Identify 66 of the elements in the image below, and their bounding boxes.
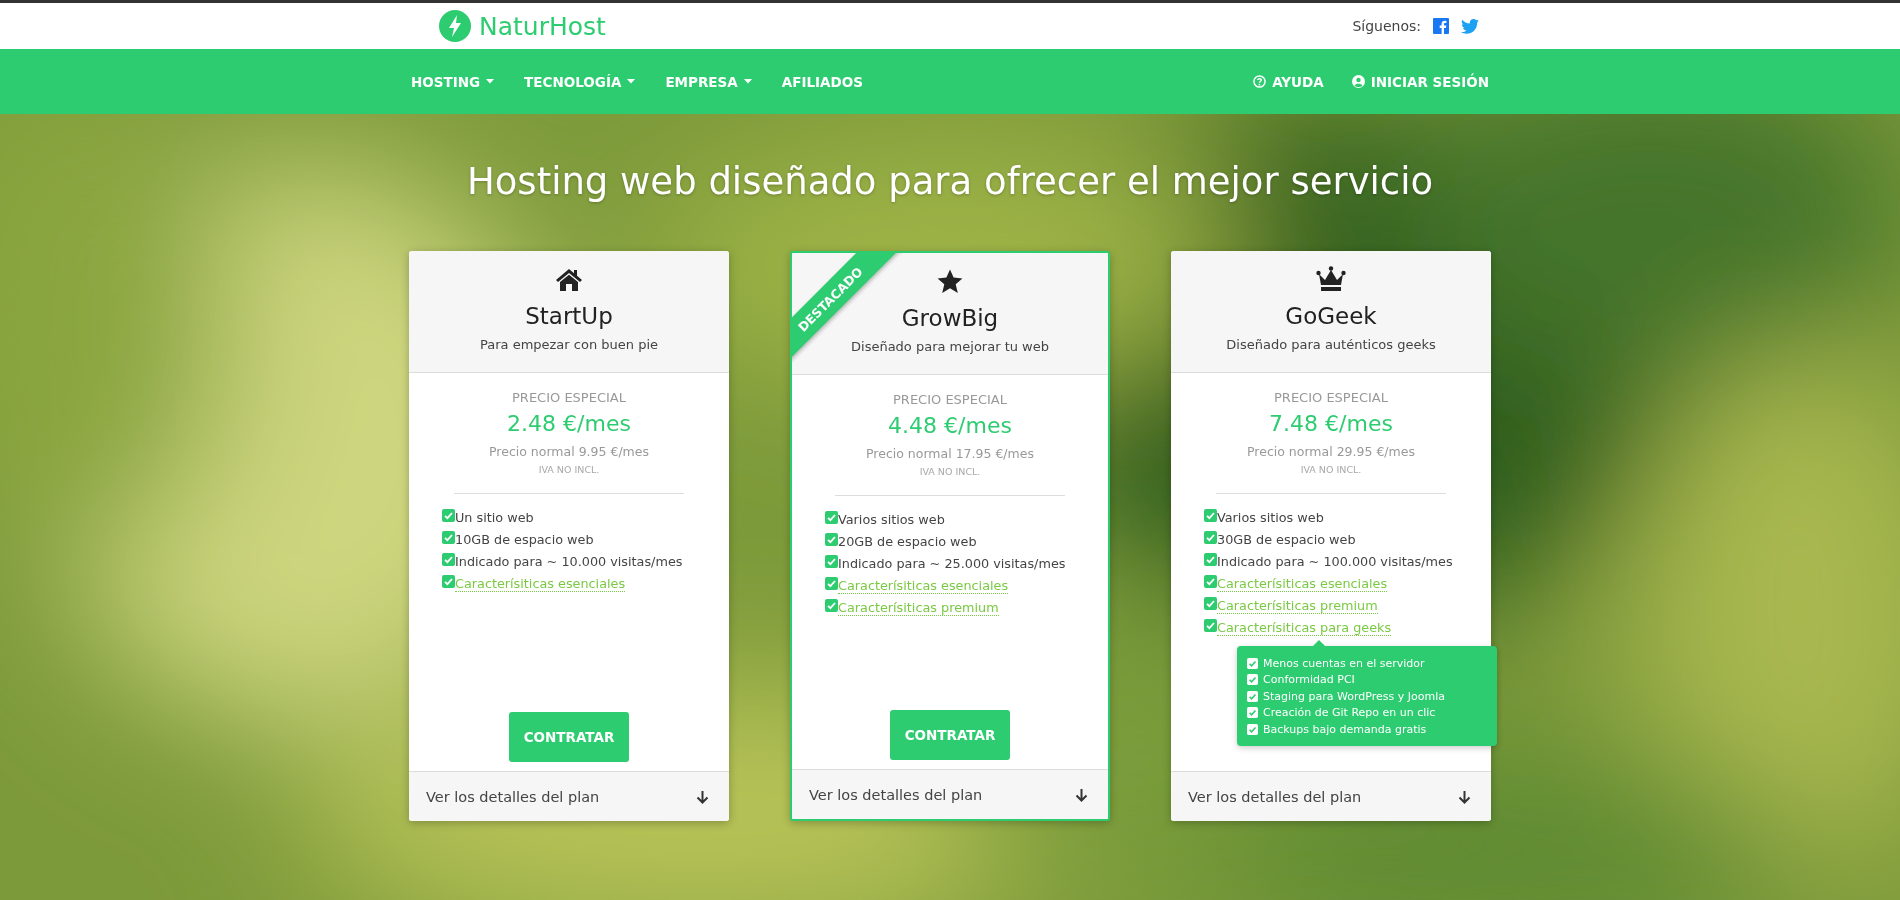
arrow-down-icon bbox=[1075, 787, 1088, 802]
plan-tagline: Para empezar con buen pie bbox=[479, 337, 658, 352]
feature-text: Varios sitios web bbox=[838, 512, 945, 527]
plan-name: GrowBig bbox=[901, 305, 999, 331]
price-label: PRECIO ESPECIAL bbox=[512, 390, 626, 405]
nav-menu-item[interactable]: AFILIADOS bbox=[781, 73, 863, 90]
arrow-down-icon bbox=[696, 789, 709, 804]
follow-label: Síguenos: bbox=[1352, 18, 1421, 34]
feature-link[interactable]: Caracterísiticas esenciales bbox=[1217, 576, 1388, 592]
plan-price: 4.48 €/mes bbox=[888, 413, 1012, 438]
normal-price: Precio normal 29.95 €/mes bbox=[1247, 444, 1415, 459]
nav-link[interactable]: INICIAR SESIÓN bbox=[1351, 73, 1489, 90]
tooltip-item: Creación de Git Repo en un clic bbox=[1263, 705, 1436, 722]
arrow-down-icon bbox=[1458, 789, 1471, 804]
feature-link[interactable]: Caracterísiticas para geeks bbox=[1217, 620, 1392, 636]
nav-link[interactable]: AYUDA bbox=[1253, 73, 1324, 90]
tax-note: IVA NO INCL. bbox=[1300, 464, 1362, 475]
price-label: PRECIO ESPECIAL bbox=[893, 392, 1007, 407]
normal-price: Precio normal 17.95 €/mes bbox=[866, 446, 1034, 461]
plan-details-link[interactable]: Ver los detalles del plan bbox=[792, 769, 1108, 819]
user-icon bbox=[1351, 75, 1365, 88]
plan-tagline: Diseñado para mejorar tu web bbox=[851, 339, 1049, 354]
plan-name: StartUp bbox=[525, 303, 613, 329]
feature-text: Indicado para ~ 100.000 visitas/mes bbox=[1217, 554, 1453, 569]
plan-price: 7.48 €/mes bbox=[1269, 411, 1393, 436]
feature-text: 10GB de espacio web bbox=[455, 532, 594, 547]
feature-link[interactable]: Caracterísiticas premium bbox=[1217, 598, 1378, 614]
feature-link[interactable]: Caracterísiticas esenciales bbox=[838, 578, 1009, 594]
nav-menu-item[interactable]: HOSTING bbox=[411, 73, 495, 90]
logo-text[interactable]: NaturHost bbox=[479, 11, 606, 41]
feature-text: Un sitio web bbox=[455, 510, 534, 525]
nav-menu-item[interactable]: TECNOLOGÍA bbox=[524, 73, 636, 90]
feature-text: Varios sitios web bbox=[1217, 510, 1324, 525]
feature-text: Indicado para ~ 10.000 visitas/mes bbox=[455, 554, 683, 569]
caret-icon bbox=[486, 79, 495, 84]
plan-name: GoGeek bbox=[1285, 303, 1377, 329]
contract-button[interactable]: CONTRATAR bbox=[890, 710, 1010, 760]
lightning-logo-icon bbox=[439, 10, 471, 42]
normal-price: Precio normal 9.95 €/mes bbox=[489, 444, 649, 459]
tooltip-item: Staging para WordPress y Joomla bbox=[1263, 688, 1445, 705]
plan-details-link[interactable]: Ver los detalles del plan bbox=[1171, 771, 1491, 821]
feature-text: 30GB de espacio web bbox=[1217, 532, 1356, 547]
plan-price: 2.48 €/mes bbox=[507, 411, 631, 436]
plan-tagline: Diseñado para auténticos geeks bbox=[1226, 337, 1436, 352]
nav-menu-item[interactable]: EMPRESA bbox=[665, 73, 752, 90]
hero-title: Hosting web diseñado para ofrecer el mejor servicio bbox=[466, 160, 1434, 204]
tooltip-item: Menos cuentas en el servidor bbox=[1263, 655, 1425, 672]
house-icon bbox=[555, 268, 583, 292]
facebook-icon[interactable] bbox=[1433, 18, 1449, 34]
caret-icon bbox=[627, 79, 636, 84]
tax-note: IVA NO INCL. bbox=[919, 466, 981, 477]
price-label: PRECIO ESPECIAL bbox=[1274, 390, 1388, 405]
twitter-icon[interactable] bbox=[1461, 18, 1479, 34]
plan-details-link[interactable]: Ver los detalles del plan bbox=[409, 771, 729, 821]
feature-text: Indicado para ~ 25.000 visitas/mes bbox=[838, 556, 1066, 571]
help-icon bbox=[1253, 75, 1267, 88]
caret-icon bbox=[743, 79, 752, 84]
feature-link[interactable]: Caracterísiticas esenciales bbox=[455, 576, 626, 592]
feature-link[interactable]: Caracterísiticas premium bbox=[838, 600, 999, 616]
crown-icon bbox=[1316, 266, 1346, 292]
star-icon bbox=[937, 269, 963, 294]
contract-button[interactable]: CONTRATAR bbox=[509, 712, 629, 762]
tooltip-item: Conformidad PCI bbox=[1263, 672, 1355, 689]
feature-text: 20GB de espacio web bbox=[838, 534, 977, 549]
tooltip-item: Backups bajo demanda gratis bbox=[1263, 721, 1427, 738]
tax-note: IVA NO INCL. bbox=[538, 464, 600, 475]
